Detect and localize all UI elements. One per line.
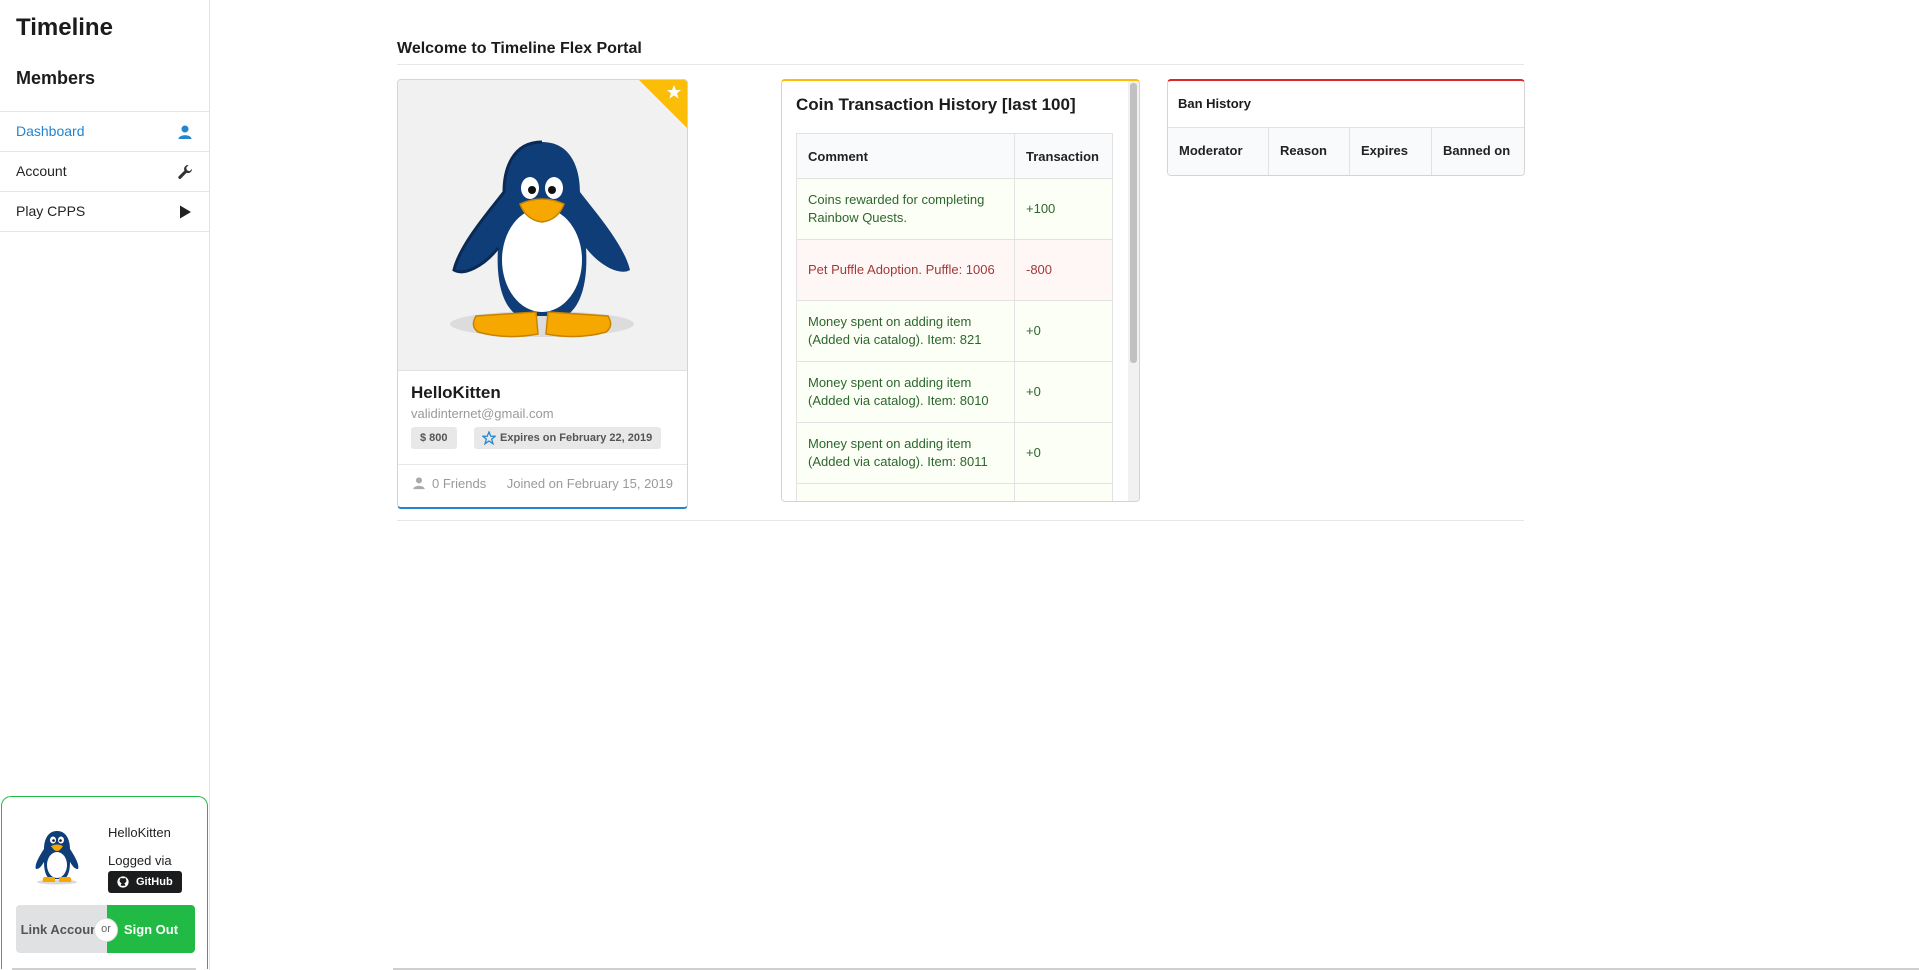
sidebar: Timeline Members Dashboard Account Play … (0, 0, 210, 970)
github-icon (117, 876, 129, 888)
scroll-thumb[interactable] (1130, 83, 1137, 363)
section-title: Members (16, 68, 96, 88)
column-header-transaction: Transaction (1014, 133, 1113, 179)
github-badge: GitHub (108, 871, 182, 893)
column-header-banned-on: Banned on (1443, 143, 1511, 158)
transaction-amount: +100 (1014, 178, 1113, 240)
user-name: HelloKitten (108, 825, 171, 840)
sidebar-item-play-cpps[interactable]: Play CPPS (0, 192, 209, 232)
transaction-amount: -800 (1014, 239, 1113, 301)
transaction-comment: Coins rewarded for completing Rainbow Qu… (796, 178, 1015, 240)
brand-title: Timeline (16, 14, 113, 41)
divider (397, 520, 1524, 521)
joined-date: Joined on February 15, 2019 (506, 476, 673, 491)
transaction-amount: +0 (1014, 300, 1113, 362)
sidebar-menu: Dashboard Account Play CPPS (0, 111, 209, 232)
profile-name: HelloKitten (411, 383, 501, 402)
star-outline-icon (482, 431, 496, 445)
coin-history-scrollbar[interactable] (1128, 81, 1139, 501)
ban-history-panel: Ban History Moderator Reason Expires Ban… (1167, 79, 1525, 176)
user-icon (413, 477, 425, 490)
sidebar-item-dashboard[interactable]: Dashboard (0, 112, 209, 152)
profile-footer-divider (398, 464, 687, 465)
sign-out-button[interactable]: Sign Out (107, 905, 195, 953)
coin-history-title: Coin Transaction History [last 100] (796, 95, 1076, 114)
column-header-reason: Reason (1269, 128, 1350, 175)
coin-history-panel: Coin Transaction History [last 100] Comm… (781, 79, 1140, 502)
ban-history-header: Moderator Reason Expires Banned on (1168, 127, 1524, 175)
coin-history-table: Comment Transaction Coins rewarded for c… (796, 133, 1113, 501)
divider (397, 64, 1524, 65)
star-icon (667, 85, 681, 99)
table-row: Money spent on adding item (Added via ca… (796, 300, 1113, 362)
logged-via-label: Logged via (108, 853, 172, 868)
ban-history-title: Ban History (1178, 96, 1251, 111)
profile-email: validinternet@gmail.com (411, 406, 554, 421)
column-header-comment: Comment (796, 133, 1015, 179)
column-header-moderator: Moderator (1168, 128, 1269, 175)
friends-count: 0 Friends (412, 476, 486, 491)
table-row: Money spent on adding item (Added via ca… (796, 422, 1113, 484)
wrench-icon (178, 165, 193, 179)
transaction-amount: +0 (1014, 422, 1113, 484)
table-row: Money spent on adding item (Added via ca… (796, 361, 1113, 423)
expires-badge: Expires on February 22, 2019 (474, 427, 662, 449)
friends-label: 0 Friends (432, 476, 487, 491)
profile-card: HelloKitten validinternet@gmail.com $ 80… (397, 79, 688, 509)
sidebar-item-label: Dashboard (16, 123, 85, 139)
transaction-comment (796, 483, 1015, 501)
coins-badge: $ 800 (411, 427, 457, 449)
transaction-comment: Money spent on adding item (Added via ca… (796, 361, 1015, 423)
table-row (796, 483, 1113, 501)
github-label: GitHub (136, 876, 173, 888)
transaction-comment: Money spent on adding item (Added via ca… (796, 422, 1015, 484)
transaction-amount: +0 (1014, 361, 1113, 423)
table-row: Pet Puffle Adoption. Puffle: 1006 -800 (796, 239, 1113, 301)
expires-label: Expires on February 22, 2019 (500, 432, 653, 444)
sidebar-item-label: Account (16, 163, 67, 179)
user-icon (178, 125, 192, 139)
user-card: HelloKitten Logged via GitHub Link Accou… (1, 796, 208, 969)
transaction-comment: Pet Puffle Adoption. Puffle: 1006 (796, 239, 1015, 301)
sidebar-item-label: Play CPPS (16, 203, 86, 219)
transaction-comment: Money spent on adding item (Added via ca… (796, 300, 1015, 362)
penguin-avatar (35, 831, 79, 885)
or-divider: or (94, 918, 118, 942)
transaction-amount (1014, 483, 1113, 501)
sidebar-item-account[interactable]: Account (0, 152, 209, 192)
page-title: Welcome to Timeline Flex Portal (397, 40, 642, 57)
table-row: Coins rewarded for completing Rainbow Qu… (796, 178, 1113, 240)
column-header-expires: Expires (1350, 128, 1432, 175)
play-icon (180, 205, 191, 219)
